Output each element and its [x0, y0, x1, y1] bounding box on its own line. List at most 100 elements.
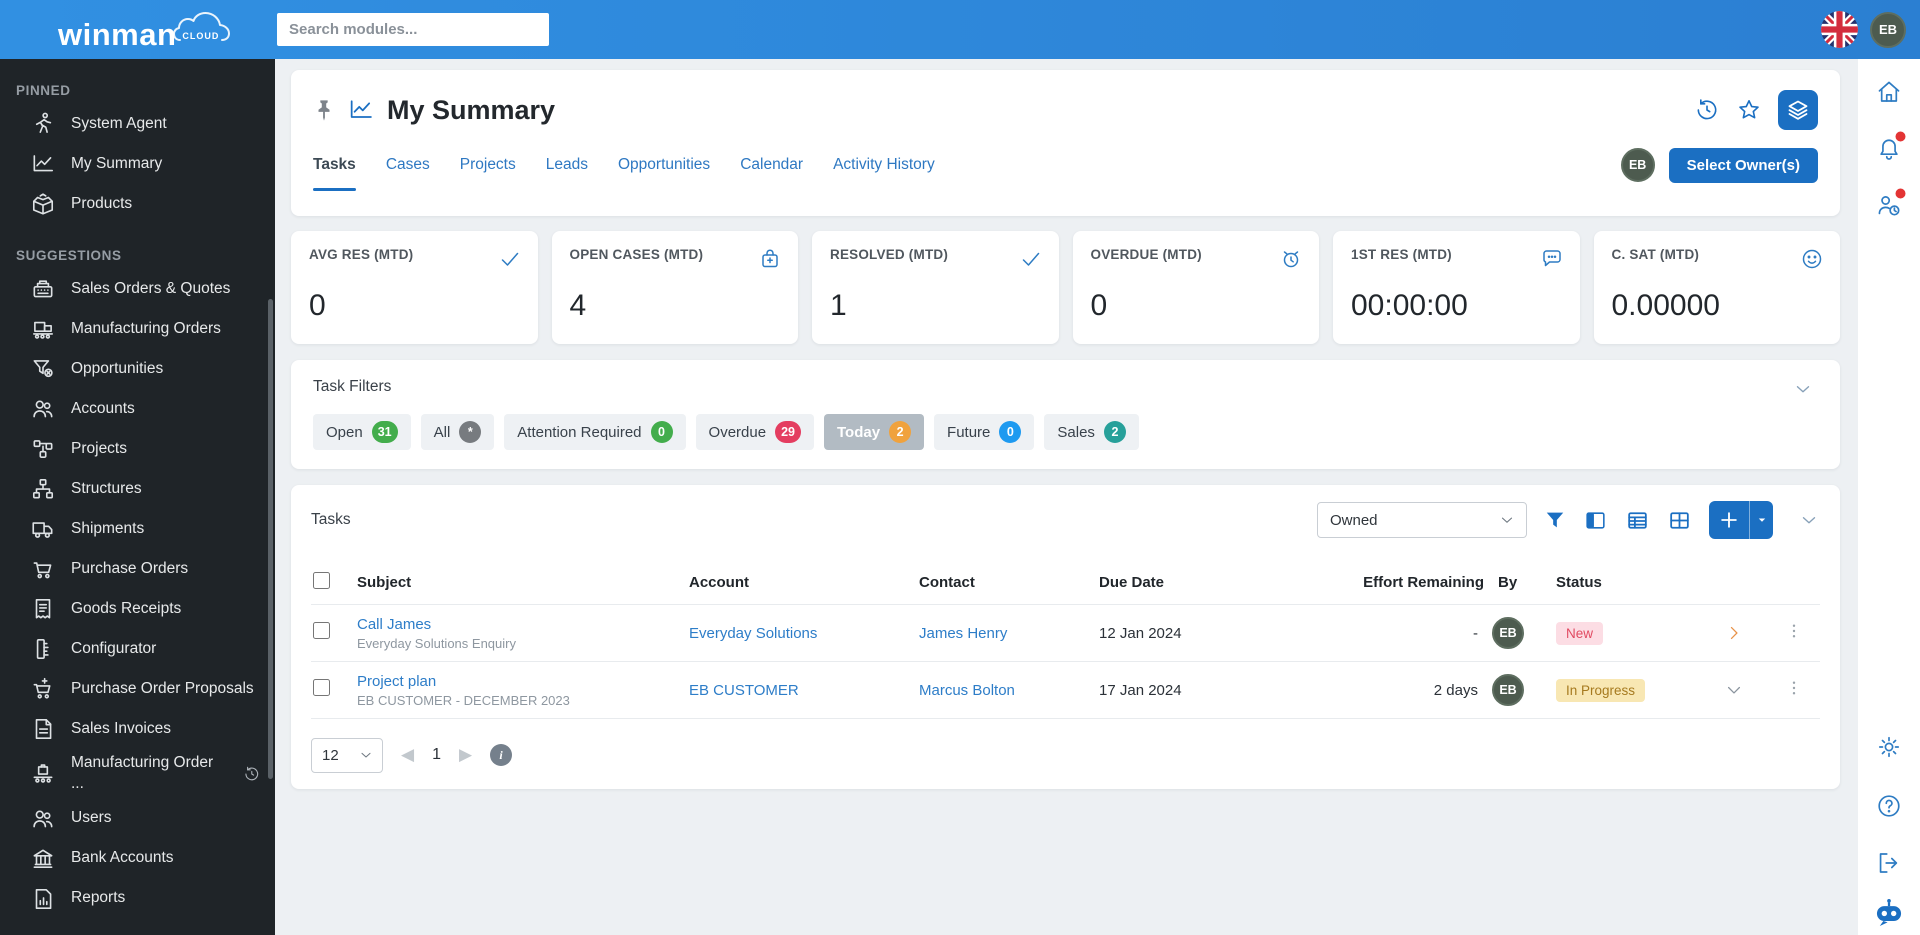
logout-icon[interactable] — [1876, 850, 1903, 877]
row-checkbox[interactable] — [313, 622, 330, 639]
sidebar-scrollbar[interactable] — [268, 299, 273, 779]
task-subject-link[interactable]: Project plan — [357, 673, 689, 690]
sidebar-item-users[interactable]: Users — [0, 799, 275, 839]
chatbot-icon[interactable] — [1872, 896, 1906, 935]
sidebar-item-products[interactable]: Products — [0, 184, 275, 224]
account-link[interactable]: EB CUSTOMER — [689, 682, 919, 699]
sidebar-item-goods-receipts[interactable]: Goods Receipts — [0, 589, 275, 629]
chip-label: Overdue — [708, 423, 767, 441]
select-all-checkbox[interactable] — [313, 572, 330, 589]
user-avatar[interactable]: EB — [1870, 11, 1906, 48]
column-header-by[interactable]: By — [1484, 574, 1556, 591]
sidebar-item-system-agent[interactable]: System Agent — [0, 104, 275, 144]
search-input[interactable] — [277, 13, 549, 46]
history-icon[interactable] — [1694, 97, 1720, 123]
table-row[interactable]: Project plan EB CUSTOMER - DECEMBER 2023… — [311, 662, 1820, 719]
chevron-down-icon[interactable] — [1792, 378, 1814, 400]
sidebar-item-configurator[interactable]: Configurator — [0, 629, 275, 669]
sidebar-item-bank-accounts[interactable]: Bank Accounts — [0, 839, 275, 879]
sidebar-item-reports[interactable]: Reports — [0, 879, 275, 919]
filter-chip-sales[interactable]: Sales 2 — [1044, 414, 1139, 450]
add-task-button[interactable] — [1709, 501, 1749, 539]
page-size-value: 12 — [322, 746, 339, 764]
stat-value: 4 — [569, 289, 587, 322]
column-header-due-date[interactable]: Due Date — [1099, 574, 1304, 591]
row-menu-dots-icon[interactable] — [1785, 622, 1803, 640]
grid-view-icon[interactable] — [1667, 508, 1692, 533]
info-icon[interactable]: i — [490, 744, 513, 766]
sidebar-item-shipments[interactable]: Shipments — [0, 509, 275, 549]
row-checkbox[interactable] — [313, 679, 330, 696]
logo-badge: CLOUD — [182, 30, 220, 41]
tab-cases[interactable]: Cases — [386, 156, 430, 174]
task-filters-card: Task Filters Open 31 All * Attention Req… — [291, 360, 1840, 469]
filter-chip-open[interactable]: Open 31 — [313, 414, 411, 450]
layers-button[interactable] — [1778, 90, 1818, 130]
chevron-down-icon[interactable] — [1724, 680, 1744, 700]
filter-chip-today[interactable]: Today 2 — [823, 414, 925, 450]
help-icon[interactable] — [1876, 793, 1903, 820]
sidebar-item-structures[interactable]: Structures — [0, 469, 275, 509]
owner-avatar[interactable]: EB — [1620, 148, 1655, 182]
filter-chip-overdue[interactable]: Overdue 29 — [695, 414, 814, 450]
tab-tasks[interactable]: Tasks — [313, 156, 356, 191]
home-icon[interactable] — [1876, 79, 1903, 106]
task-subject-link[interactable]: Call James — [357, 616, 689, 633]
table-row[interactable]: Call James Everyday Solutions Enquiry Ev… — [311, 605, 1820, 662]
tab-calendar[interactable]: Calendar — [740, 156, 803, 174]
filter-chip-future[interactable]: Future 0 — [934, 414, 1035, 450]
chevron-right-icon[interactable] — [1724, 623, 1744, 643]
add-task-split-button[interactable] — [1709, 501, 1773, 539]
previous-page-icon[interactable]: ◀ — [401, 745, 414, 765]
pin-icon[interactable] — [313, 98, 335, 123]
filter-funnel-icon[interactable] — [1544, 509, 1566, 531]
tab-opportunities[interactable]: Opportunities — [618, 156, 710, 174]
favorite-star-icon[interactable] — [1736, 97, 1762, 123]
row-menu-dots-icon[interactable] — [1785, 679, 1803, 697]
column-header-effort-remaining[interactable]: Effort Remaining — [1304, 574, 1484, 591]
sidebar-item-sales-orders-quotes[interactable]: Sales Orders & Quotes — [0, 269, 275, 309]
column-header-subject[interactable]: Subject — [357, 574, 689, 591]
assignee-avatar[interactable]: EB — [1492, 617, 1524, 649]
sidebar-item-sales-invoices[interactable]: Sales Invoices — [0, 709, 275, 749]
tab-activity-history[interactable]: Activity History — [833, 156, 935, 174]
tab-leads[interactable]: Leads — [546, 156, 588, 174]
assignee-avatar[interactable]: EB — [1492, 674, 1524, 706]
sidebar-item-manufacturing-order-recent[interactable]: Manufacturing Order ... — [0, 749, 275, 799]
logo-text: winman — [58, 16, 177, 52]
account-link[interactable]: Everyday Solutions — [689, 625, 919, 642]
chip-label: Sales — [1057, 423, 1095, 441]
next-page-icon[interactable]: ▶ — [459, 745, 472, 765]
sidebar-item-accounts[interactable]: Accounts — [0, 389, 275, 429]
right-rail — [1858, 59, 1920, 935]
sidebar-item-manufacturing-orders[interactable]: Manufacturing Orders — [0, 309, 275, 349]
notifications-bell-icon[interactable] — [1876, 131, 1906, 162]
tab-projects[interactable]: Projects — [460, 156, 516, 174]
select-owners-button[interactable]: Select Owner(s) — [1668, 147, 1818, 183]
sidebar-item-projects[interactable]: Projects — [0, 429, 275, 469]
column-header-status[interactable]: Status — [1556, 574, 1724, 591]
people-icon — [33, 400, 53, 418]
sidebar-item-purchase-order-proposals[interactable]: Purchase Order Proposals — [0, 669, 275, 709]
add-task-caret[interactable] — [1749, 501, 1773, 539]
column-header-account[interactable]: Account — [689, 574, 919, 591]
sidebar-item-label: Bank Accounts — [71, 849, 174, 867]
sidebar-item-purchase-orders[interactable]: Purchase Orders — [0, 549, 275, 589]
page-size-select[interactable]: 12 — [311, 737, 383, 773]
column-header-contact[interactable]: Contact — [919, 574, 1099, 591]
contact-link[interactable]: James Henry — [919, 625, 1099, 642]
sidebar-item-opportunities[interactable]: Opportunities — [0, 349, 275, 389]
filter-chip-all[interactable]: All * — [420, 414, 495, 450]
ownership-select[interactable]: Owned — [1317, 502, 1527, 538]
cart-plus-icon — [33, 677, 51, 699]
filter-chip-attention-required[interactable]: Attention Required 0 — [504, 414, 686, 450]
settings-gear-icon[interactable] — [1876, 734, 1903, 761]
user-activity-icon[interactable] — [1876, 188, 1906, 219]
stats-row: AVG RES (MTD) 0 OPEN CASES (MTD) 4 RESOL… — [291, 231, 1840, 344]
chevron-down-icon[interactable] — [1798, 509, 1820, 531]
contact-link[interactable]: Marcus Bolton — [919, 682, 1099, 699]
uk-flag-icon[interactable] — [1821, 11, 1858, 48]
split-view-icon[interactable] — [1583, 508, 1608, 533]
list-view-icon[interactable] — [1625, 508, 1650, 533]
sidebar-item-my-summary[interactable]: My Summary — [0, 144, 275, 184]
